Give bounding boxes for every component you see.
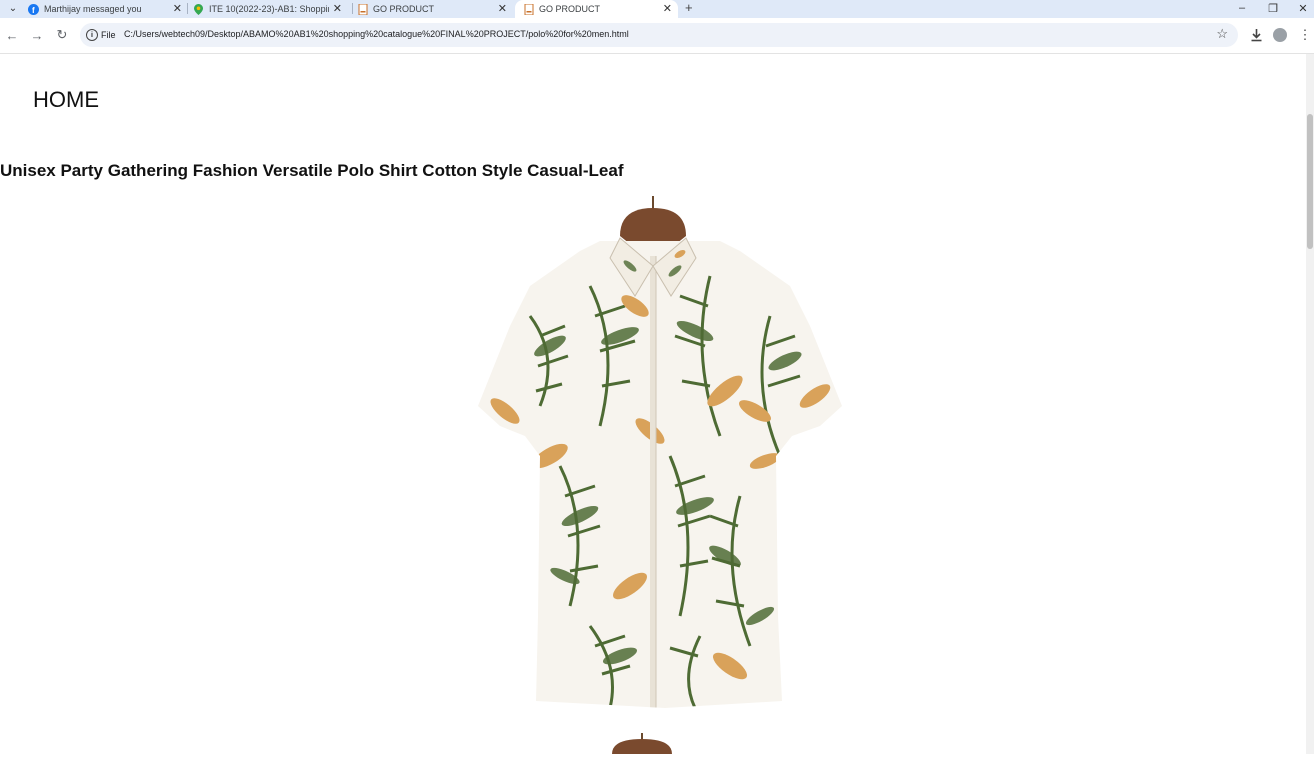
tab-title: GO PRODUCT <box>539 4 601 14</box>
svg-text:f: f <box>32 6 35 15</box>
document-icon <box>523 3 534 15</box>
tab-divider <box>352 3 353 14</box>
site-chip-label: File <box>101 30 116 40</box>
tab-divider <box>187 3 188 14</box>
tab-title: Marthijay messaged you <box>44 4 142 14</box>
tab-classroom[interactable]: ITE 10(2022-23)-AB1: Shopping ✕ <box>193 0 348 18</box>
tab-title: GO PRODUCT <box>373 4 435 14</box>
download-icon[interactable] <box>1248 26 1264 44</box>
close-icon[interactable]: ✕ <box>173 2 182 15</box>
tab-title: ITE 10(2022-23)-AB1: Shopping <box>209 4 329 14</box>
home-link[interactable]: HOME <box>33 87 99 113</box>
close-icon[interactable]: ✕ <box>333 2 342 15</box>
close-icon[interactable]: ✕ <box>663 2 672 15</box>
profile-avatar-icon[interactable] <box>1272 26 1288 44</box>
browser-tab-strip: ⌄ f Marthijay messaged you ✕ ITE 10(2022… <box>0 0 1314 18</box>
page-scrollbar[interactable] <box>1306 54 1314 754</box>
tab-go-product[interactable]: GO PRODUCT ✕ <box>357 0 513 18</box>
tab-go-product-active[interactable]: GO PRODUCT ✕ <box>515 0 678 18</box>
url-text[interactable]: C:/Users/webtech09/Desktop/ABAMO%20AB1%2… <box>124 29 629 39</box>
document-icon <box>357 3 368 15</box>
reload-icon[interactable]: ↻ <box>54 27 70 43</box>
site-info-chip[interactable]: i File <box>86 27 116 43</box>
back-arrow-icon[interactable]: ← <box>4 27 20 43</box>
address-bar[interactable]: i File C:/Users/webtech09/Desktop/ABAMO%… <box>80 23 1238 47</box>
product-title: Unisex Party Gathering Fashion Versatile… <box>0 161 624 180</box>
close-icon[interactable]: ✕ <box>498 2 507 15</box>
scrollbar-thumb[interactable] <box>1307 114 1313 249</box>
tab-messenger[interactable]: f Marthijay messaged you ✕ <box>28 0 188 18</box>
tab-search-chevron-icon[interactable]: ⌄ <box>6 0 20 16</box>
product-image <box>470 196 850 716</box>
info-icon: i <box>86 29 98 41</box>
classroom-icon <box>193 3 204 15</box>
menu-kebab-icon[interactable]: ⋮ <box>1297 26 1313 44</box>
new-tab-button[interactable]: + <box>685 0 693 16</box>
window-close-icon[interactable]: ✕ <box>1292 0 1314 16</box>
facebook-icon: f <box>28 3 39 15</box>
next-product-image <box>606 733 676 759</box>
browser-toolbar: ← → ↻ i File C:/Users/webtech09/Desktop/… <box>0 18 1314 54</box>
minimize-icon[interactable]: – <box>1231 0 1253 16</box>
restore-icon[interactable]: ❐ <box>1262 0 1284 16</box>
forward-arrow-icon[interactable]: → <box>29 27 45 43</box>
bookmark-star-icon[interactable]: ☆ <box>1216 26 1228 42</box>
